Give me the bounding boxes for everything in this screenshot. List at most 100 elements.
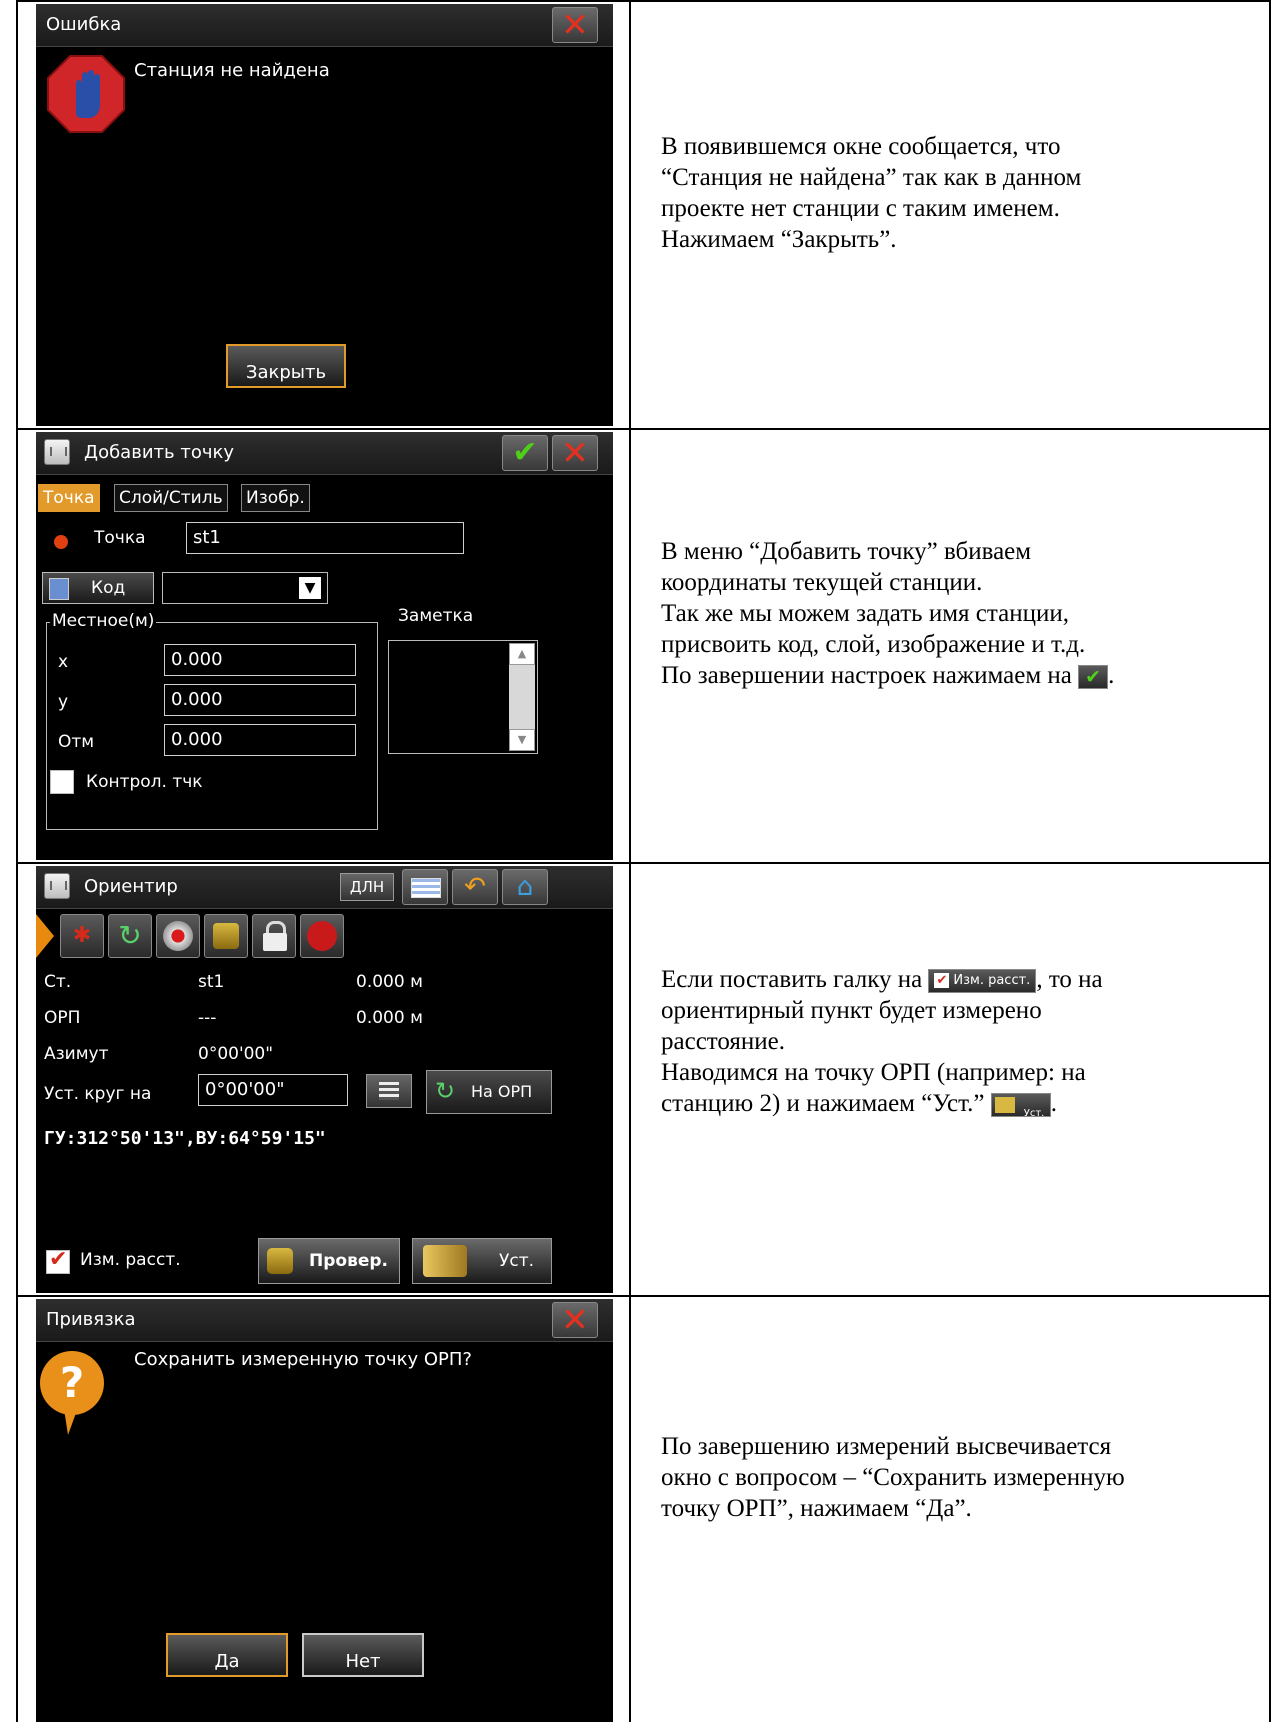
desc-text: Если поставить галку на (661, 966, 929, 993)
menu-icon[interactable] (44, 439, 70, 465)
set-circle-input[interactable]: 0°00'00" (198, 1074, 348, 1106)
measure-distance-checkbox[interactable] (46, 1247, 70, 1274)
close-button[interactable]: Закрыть (226, 344, 346, 388)
station-value: st1 (198, 972, 225, 992)
stop-hand-icon (47, 55, 125, 133)
rotate-icon[interactable]: ↻ (108, 914, 152, 958)
confirm-icon: ✔ (1078, 665, 1109, 690)
row3-description: Если поставить галку на ✔ Изм. расст., то… (661, 964, 1261, 1119)
aim-instrument-icon (423, 1245, 467, 1277)
home-icon[interactable]: ⌂ (502, 869, 548, 905)
rotate-icon: ↻ (435, 1077, 456, 1105)
table-border-top (16, 0, 1271, 2)
table-row-divider-1 (16, 428, 1271, 430)
title-bar: Добавить точку ✔ ✕ (36, 432, 613, 475)
orp-distance: 0.000 м (356, 1008, 423, 1028)
code-button-label: Код (91, 578, 126, 598)
list-select-icon[interactable] (366, 1074, 412, 1108)
svg-text:?: ? (60, 1358, 84, 1407)
confirm-icon[interactable]: ✔ (502, 435, 548, 471)
desc-line: окно с вопросом – “Сохранить измеренную (661, 1464, 1125, 1491)
scroll-down-icon[interactable]: ▼ (509, 729, 535, 751)
icon-label: Изм. расст. (953, 973, 1031, 989)
scrollbar[interactable]: ▲ ▼ (509, 643, 535, 751)
tab-image[interactable]: Изобр. (241, 484, 310, 512)
note-textarea[interactable]: ▲ ▼ (388, 640, 538, 754)
desc-text: . (1050, 1090, 1058, 1117)
error-dialog-screenshot: Ошибка ✕ Станция не найдена Закрыть (36, 4, 613, 426)
azimuth-value: 0°00'00" (198, 1044, 274, 1064)
code-button[interactable]: Код (42, 572, 154, 604)
undo-icon[interactable]: ↶ (452, 869, 498, 905)
title-bar: Ориентир ДЛН ↶ ⌂ (36, 866, 613, 909)
field-label: y (58, 692, 69, 712)
station-distance: 0.000 м (356, 972, 423, 992)
dialog-title: Ошибка (46, 14, 122, 35)
question-icon: ? (40, 1351, 104, 1435)
control-point-label: Контрол. тчк (86, 772, 203, 792)
point-name-input[interactable]: st1 (186, 522, 464, 554)
elevation-input[interactable]: 0.000 (164, 724, 356, 756)
menu-icon[interactable] (44, 873, 70, 899)
dln-button[interactable]: ДЛН (340, 873, 394, 901)
lock-icon[interactable] (252, 914, 296, 958)
icon-label: Уст. (1023, 1108, 1045, 1120)
play-icon[interactable] (36, 914, 54, 958)
stop-icon[interactable] (300, 914, 344, 958)
scroll-up-icon[interactable]: ▲ (509, 643, 535, 665)
desc-line-with-icon: По завершении настроек нажимаем на ✔. (661, 660, 1261, 691)
close-icon[interactable]: ✕ (552, 435, 598, 471)
desc-line: “Станция не найдена” так как в данном (661, 164, 1082, 191)
row1-description: В появившемся окне сообщается, что “Стан… (661, 131, 1261, 255)
measure-distance-icon: ✔ Изм. расст. (928, 969, 1037, 994)
table-divider-vertical (629, 0, 631, 1722)
to-orp-button[interactable]: ↻ На ОРП (426, 1070, 552, 1114)
x-input[interactable]: 0.000 (164, 644, 356, 676)
desc-text: . (1108, 662, 1115, 689)
close-icon[interactable]: ✕ (552, 1302, 598, 1338)
yes-button[interactable]: Да (166, 1633, 288, 1677)
set-button[interactable]: Уст. (412, 1238, 552, 1284)
desc-text: , то на (1036, 966, 1103, 993)
table-row-divider-2 (16, 862, 1271, 864)
desc-line: В появившемся окне сообщается, что (661, 133, 1061, 160)
orp-label: ОРП (44, 1008, 81, 1028)
close-icon[interactable]: ✕ (552, 7, 598, 43)
group-label: Местное(м) (50, 611, 157, 631)
desc-line: Нажимаем “Закрыть”. (661, 226, 897, 253)
desc-line: координаты текущей станции. (661, 569, 983, 596)
target-down-icon[interactable]: ✱ (60, 914, 104, 958)
dialog-title: Добавить точку (84, 442, 234, 463)
check-button[interactable]: Провер. (258, 1238, 400, 1284)
to-orp-label: На ОРП (471, 1082, 533, 1101)
desc-line: Наводимся на точку ОРП (например: на (661, 1059, 1086, 1086)
add-point-screenshot: Добавить точку ✔ ✕ Точка Слой/Стиль Изоб… (36, 432, 613, 860)
desc-line: ориентирный пункт будет измерено (661, 997, 1042, 1024)
code-select[interactable]: ▼ (162, 572, 328, 604)
note-label: Заметка (398, 606, 474, 626)
dialog-title: Ориентир (84, 876, 178, 897)
desc-line: проекте нет станции с таким именем. (661, 195, 1060, 222)
code-book-icon (49, 578, 69, 600)
prism-icon[interactable] (156, 914, 200, 958)
desc-line-with-icon: Если поставить галку на ✔ Изм. расст., то… (661, 964, 1261, 995)
tab-point[interactable]: Точка (38, 484, 100, 512)
no-button[interactable]: Нет (302, 1633, 424, 1677)
check-icon: ✔ (934, 973, 950, 989)
set-circle-label: Уст. круг на (44, 1084, 152, 1104)
station-label: Ст. (44, 972, 72, 992)
set-icon: Уст. (990, 1093, 1051, 1119)
desc-line: точку ОРП”, нажимаем “Да”. (661, 1495, 972, 1522)
desc-line: В меню “Добавить точку” вбиваем (661, 538, 1032, 565)
dialog-title: Привязка (46, 1309, 136, 1330)
list-icon[interactable] (402, 869, 448, 905)
tab-layer-style[interactable]: Слой/Стиль (114, 484, 228, 512)
title-bar: Ошибка ✕ (36, 4, 613, 47)
chevron-down-icon: ▼ (299, 577, 321, 599)
desc-text: станцию 2) и нажимаем “Уст.” (661, 1090, 991, 1117)
save-orp-dialog-screenshot: Привязка ✕ ? Сохранить измеренную точку … (36, 1299, 613, 1722)
instrument-icon[interactable] (204, 914, 248, 958)
y-input[interactable]: 0.000 (164, 684, 356, 716)
control-point-checkbox[interactable] (50, 770, 74, 794)
orp-value: --- (198, 1008, 217, 1028)
